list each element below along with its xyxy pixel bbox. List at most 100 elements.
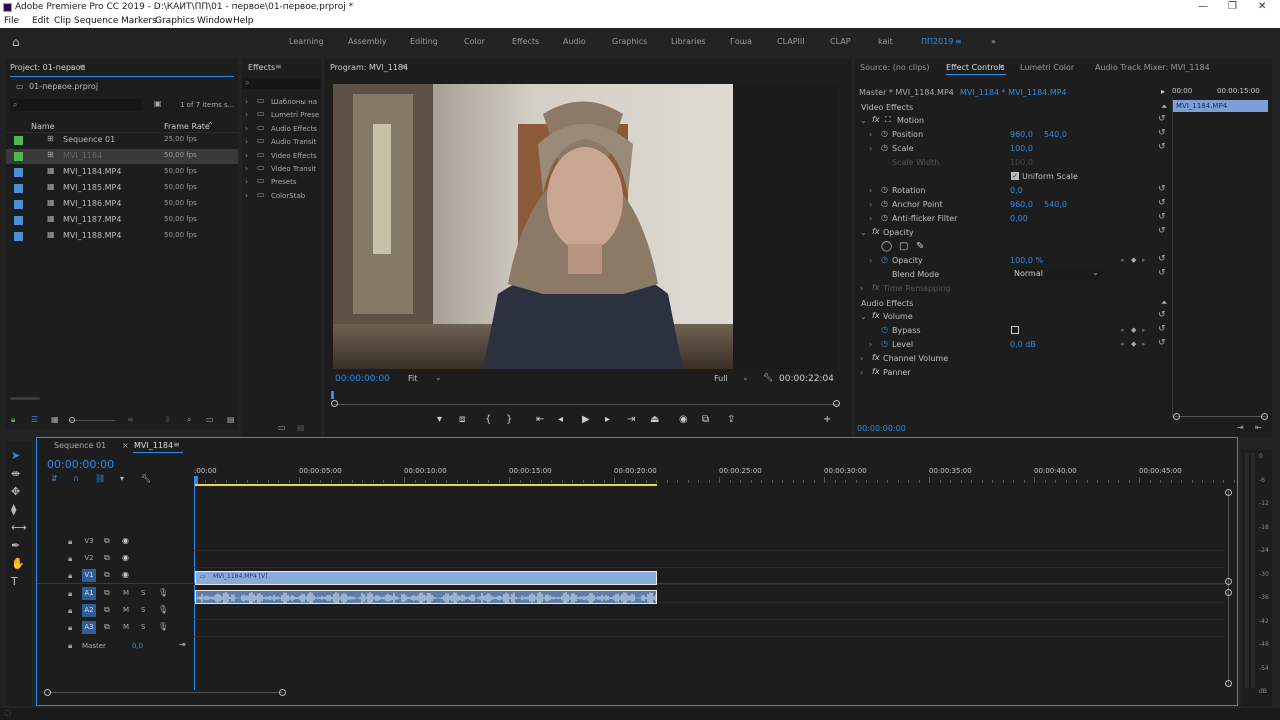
v-scroll-top[interactable] [1225,489,1232,496]
chevron-right-icon[interactable]: › [245,151,248,160]
workspace-tab-5[interactable]: Audio [563,37,586,46]
mark-out-icon[interactable]: } [506,414,512,425]
maximize-button[interactable]: ❐ [1228,1,1237,12]
effects-search-input[interactable]: ⌕ [242,78,321,89]
workspace-tab-12[interactable]: ПП2019 [921,37,953,46]
label-color-swatch[interactable] [14,184,23,193]
selection-tool-icon[interactable]: ➤ [11,449,20,462]
resolution-select[interactable]: Full [714,374,728,383]
new-bin-button-icon[interactable]: ▭ [206,415,214,424]
ec-value-1[interactable]: 0,0 [1010,186,1023,195]
tab-source[interactable]: Source: (no clips) [860,63,930,72]
ec-row-bypass[interactable]: ◷ Bypass ↺ ◂ ◆ ▸ [855,324,1172,338]
tab-effect-controls[interactable]: Effect Controls [946,63,1005,72]
reset-icon[interactable]: ↺ [1158,310,1166,320]
scroll-handle-right[interactable] [1261,413,1268,420]
new-item-icon[interactable]: ▤ [227,415,235,424]
workspace-tab-2[interactable]: Editing [410,37,438,46]
ec-timecode[interactable]: 00:00:00:00 [857,424,906,433]
project-search-input[interactable]: ⌕ [10,99,142,111]
mark-in-icon[interactable]: { [485,414,491,425]
fx-toggle-icon[interactable]: fx [872,353,880,362]
lock-icon[interactable]: 🔒︎ [68,554,72,564]
menu-window[interactable]: Window [197,16,233,26]
project-item[interactable]: ▦ MVI_1187.MP4 50,00 fps [6,213,238,228]
eye-icon[interactable]: ◉ [122,553,129,562]
panel-menu-icon[interactable]: ≡ [401,62,408,71]
eye-icon[interactable]: ◉ [122,536,129,545]
close-button[interactable]: ✕ [1258,1,1266,12]
workspace-tab-6[interactable]: Graphics [612,37,647,46]
lock-icon[interactable]: 🔒︎ [68,641,72,651]
prev-keyframe-icon[interactable]: ◂ [1120,256,1124,264]
microphone-icon[interactable]: 🎙︎ [158,622,168,631]
monitor-timeline-bar[interactable] [334,404,839,405]
sort-icon[interactable]: ≡ [127,415,134,424]
track-select-icon[interactable]: ⇼ [11,467,20,480]
ec-clip-bar[interactable]: MVI_1184.MP4 [1173,100,1268,112]
ripple-edit-icon[interactable]: ✥ [11,485,20,498]
ec-row-opacity[interactable]: › ◷ Opacity 100,0 % ↺ ◂ ◆ ▸ [855,254,1172,268]
clip-label[interactable]: MVI_1184 * MVI_1184.MP4 [960,88,1067,97]
audio-clip-mvi-1184[interactable] [195,590,657,604]
stopwatch-icon[interactable]: ◷ [881,255,888,264]
v-scroll-bottom[interactable] [1225,680,1232,687]
reset-icon[interactable]: ↺ [1158,114,1166,124]
next-keyframe-icon[interactable]: ▸ [1142,256,1146,264]
menu-clip[interactable]: Clip [54,16,71,26]
video-clip-mvi-1184[interactable]: ▭ MVI_1184.MP4 [V] [195,571,657,585]
export-frame-icon[interactable]: ◉ [679,414,688,425]
effects-folder[interactable]: › ▭ Lumetri Prese [242,109,321,122]
next-keyframe-icon[interactable]: ▸ [1142,340,1146,348]
go-to-in-icon[interactable]: ⇤ [536,414,544,425]
panel-menu-icon[interactable]: ≡ [275,62,282,71]
sync-lock-icon[interactable]: ⧉ [104,622,110,632]
fx-toggle-icon[interactable]: fx [872,283,880,292]
workspace-tab-4[interactable]: Effects [512,37,539,46]
chevron-right-icon[interactable]: › [245,124,248,133]
list-view-icon[interactable]: ☰ [31,415,38,424]
go-to-out-icon[interactable]: ⇥ [627,414,635,425]
chevron-right-icon[interactable]: › [869,186,872,195]
chevron-right-icon[interactable]: › [245,191,248,200]
effects-folder[interactable]: › ▭ ColorStab [242,190,321,203]
chevron-right-icon[interactable]: › [869,200,872,209]
chevron-right-icon[interactable]: › [869,340,872,349]
lock-icon[interactable]: 🔒︎ [68,623,72,633]
menu-help[interactable]: Help [233,16,254,26]
panel-menu-icon[interactable]: ≡ [79,62,86,71]
menu-markers[interactable]: Markers [121,16,157,26]
ec-row-position[interactable]: › ◷ Position 960,0 540,0 ↺ [855,128,1172,142]
ec-row-anti-flicker-filter[interactable]: › ◷ Anti-flicker Filter 0,00 ↺ [855,212,1172,226]
project-item[interactable]: ▦ MVI_1184.MP4 50,00 fps [6,165,238,180]
add-marker-icon[interactable]: ▾ [120,474,124,483]
ec-row-motion[interactable]: ⌄ fx ⛶ Motion ↺ [855,114,1172,128]
ec-row-anchor-point[interactable]: › ◷ Anchor Point 960,0 540,0 ↺ [855,198,1172,212]
workspace-tab-9[interactable]: CLAPIII [777,37,805,46]
ec-value-1[interactable]: 0,0 dB [1010,340,1036,349]
lock-icon[interactable]: 🔒︎ [68,589,72,599]
stopwatch-icon[interactable]: ◷ [881,213,888,222]
chevron-down-icon[interactable]: ⌄ [860,116,867,125]
stopwatch-icon[interactable]: ◷ [881,143,888,152]
ec-row-scale[interactable]: › ◷ Scale 100,0 ↺ [855,142,1172,156]
solo-button[interactable]: S [141,589,145,597]
track-target-v2[interactable]: V2 [82,552,96,565]
reset-icon[interactable]: ↺ [1158,142,1166,152]
lock-icon[interactable]: 🔒︎ [68,571,72,581]
workspace-tab-3[interactable]: Color [464,37,485,46]
effects-panel-title[interactable]: Effects [248,63,275,72]
menu-file[interactable]: File [4,16,19,26]
track-target-v1[interactable]: V1 [82,569,96,582]
solo-button[interactable]: S [141,623,145,631]
ec-value-1[interactable]: 100,0 [1010,144,1033,153]
prev-keyframe-icon[interactable]: ◂ [1120,340,1124,348]
v-scroll-mid2[interactable] [1225,589,1232,596]
chevron-down-icon[interactable]: ⌄ [947,87,954,96]
step-forward-icon[interactable]: ▸ [605,414,610,425]
fx-toggle-icon[interactable]: fx [872,227,880,236]
project-item[interactable]: ▦ MVI_1186.MP4 50,00 fps [6,197,238,212]
tab-audio-track-mixer[interactable]: Audio Track Mixer: MVI_1184 [1095,63,1210,72]
blend-mode-select[interactable]: Normal ⌄ [1010,268,1102,280]
delete-icon[interactable]: ▤ [297,423,305,432]
